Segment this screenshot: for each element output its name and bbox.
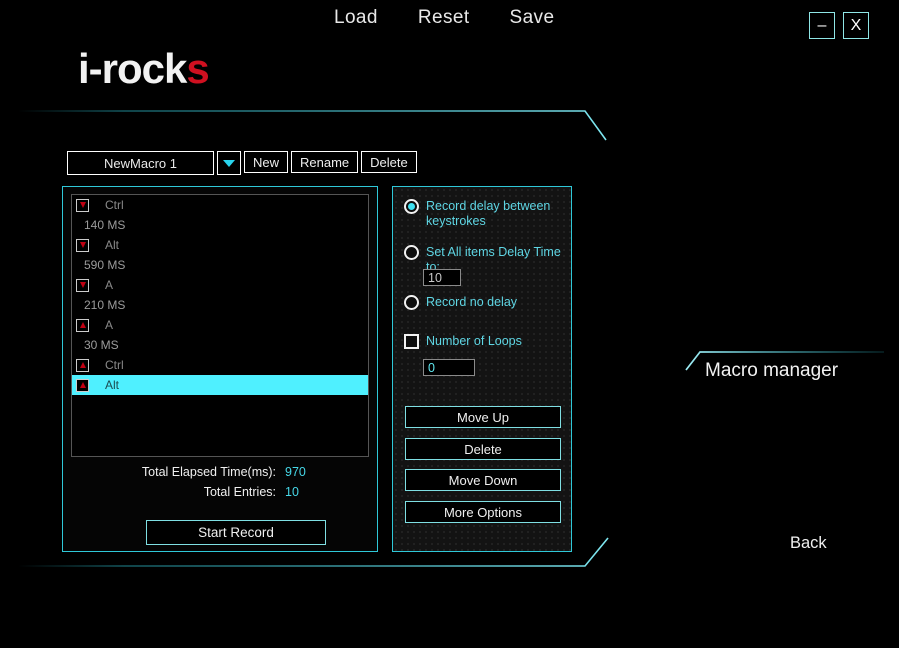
menu-item-load[interactable]: Load	[330, 5, 382, 31]
macro-row-delay: 210 MS	[84, 298, 126, 312]
more-options-button[interactable]: More Options	[405, 501, 561, 523]
rename-macro-button[interactable]: Rename	[291, 151, 359, 173]
stat-total-entries: Total Entries: 10	[71, 485, 369, 499]
menu-item-reset[interactable]: Reset	[414, 5, 474, 31]
checkbox-number-of-loops[interactable]	[404, 334, 419, 349]
stat-elapsed-time: Total Elapsed Time(ms): 970	[71, 465, 369, 479]
option-no-delay[interactable]: Record no delay	[404, 295, 517, 310]
set-all-delay-input[interactable]: 10	[423, 269, 461, 286]
close-button[interactable]: X	[843, 12, 869, 39]
radio-no-delay[interactable]	[404, 295, 419, 310]
macro-row-key: Ctrl	[105, 198, 124, 212]
macro-list-row[interactable]: 210 MS	[72, 295, 368, 315]
macro-row-delay: 140 MS	[84, 218, 126, 232]
key-down-icon	[76, 278, 89, 292]
move-up-button[interactable]: Move Up	[405, 406, 561, 428]
minimize-button[interactable]: –	[809, 12, 835, 39]
option-loops-label: Number of Loops	[426, 334, 522, 348]
logo-main-text: i-rock	[78, 45, 187, 92]
stat-elapsed-value: 970	[285, 465, 306, 479]
key-down-icon	[76, 238, 89, 252]
delete-entry-button[interactable]: Delete	[405, 438, 561, 460]
brand-logo: i-rocks	[78, 45, 210, 92]
macro-list-row[interactable]: 590 MS	[72, 255, 368, 275]
new-macro-button[interactable]: New	[244, 151, 289, 173]
stat-elapsed-label: Total Elapsed Time(ms):	[141, 465, 276, 479]
macro-list-row[interactable]: Ctrl	[72, 195, 368, 215]
macro-list-row[interactable]: Alt	[72, 375, 368, 395]
option-no-delay-label: Record no delay	[426, 295, 518, 309]
key-up-icon	[76, 318, 89, 332]
macro-row-key: Alt	[105, 238, 120, 252]
key-up-icon	[76, 358, 89, 372]
app-window: Load Reset Save – X i-rocks NewMacro 1 N…	[0, 0, 899, 648]
delete-macro-button[interactable]: Delete	[361, 151, 417, 173]
option-number-of-loops[interactable]: Number of Loops	[404, 334, 522, 349]
macro-list-row[interactable]: 140 MS	[72, 215, 368, 235]
macro-options-panel: Record delay between keystrokes Set All …	[392, 186, 572, 552]
macro-list-row[interactable]: Alt	[72, 235, 368, 255]
macro-list-row[interactable]: A	[72, 275, 368, 295]
macro-name-field[interactable]: NewMacro 1	[67, 151, 214, 175]
key-up-icon	[76, 378, 89, 392]
stat-entries-label: Total Entries:	[203, 485, 276, 499]
start-record-button[interactable]: Start Record	[146, 520, 326, 545]
macro-row-key: Alt	[105, 378, 120, 392]
macro-list-row[interactable]: A	[72, 315, 368, 335]
macro-row-key: A	[105, 278, 114, 292]
macro-row-key: Ctrl	[105, 358, 124, 372]
option-record-delay[interactable]: Record delay between keystrokes	[404, 199, 562, 229]
macro-list-row[interactable]: 30 MS	[72, 335, 368, 355]
macro-event-list[interactable]: Ctrl 140 MS Alt 590 MS A 210 MS A 30 MS Ctrl Alt	[71, 194, 369, 457]
window-controls: – X	[809, 12, 869, 39]
macro-row-key: A	[105, 318, 114, 332]
menu-item-save[interactable]: Save	[506, 5, 559, 31]
macro-stats: Total Elapsed Time(ms): 970 Total Entrie…	[71, 465, 369, 505]
back-button[interactable]: Back	[790, 534, 827, 553]
key-down-icon	[76, 198, 89, 212]
macro-row-delay: 30 MS	[84, 338, 119, 352]
radio-record-delay[interactable]	[404, 199, 419, 214]
number-of-loops-input[interactable]: 0	[423, 359, 475, 376]
macro-row-delay: 590 MS	[84, 258, 126, 272]
macro-list-row[interactable]: Ctrl	[72, 355, 368, 375]
move-down-button[interactable]: Move Down	[405, 469, 561, 491]
macro-editor-panel: Ctrl 140 MS Alt 590 MS A 210 MS A 30 MS Ctrl Alt …	[62, 186, 378, 552]
page-title: Macro manager	[705, 360, 839, 381]
radio-set-all-delay[interactable]	[404, 245, 419, 260]
macro-selector-row: NewMacro 1 New Rename Delete	[67, 151, 417, 175]
option-record-delay-label: Record delay between keystrokes	[426, 199, 551, 228]
top-menu: Load Reset Save	[330, 5, 558, 31]
logo-accent-text: s	[186, 45, 209, 92]
chevron-down-icon[interactable]	[217, 151, 241, 175]
stat-entries-value: 10	[285, 485, 299, 499]
